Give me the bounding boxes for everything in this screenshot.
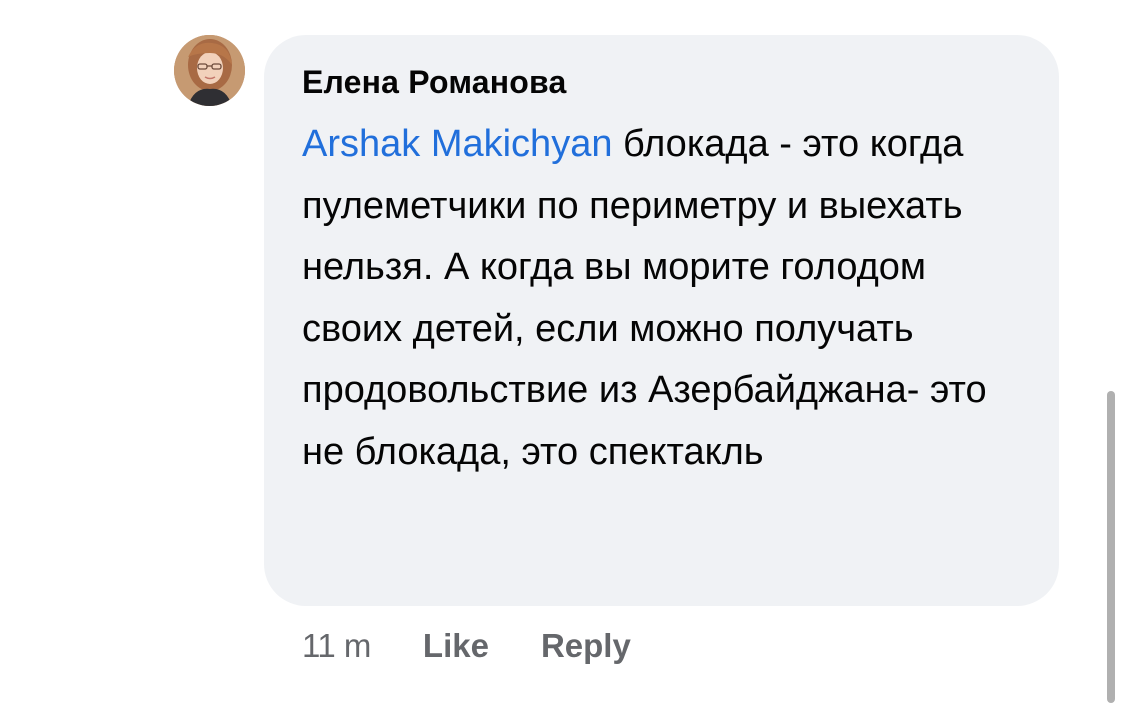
avatar[interactable]: [174, 35, 245, 106]
comment-text: блокада - это когда пулеметчики по перим…: [302, 123, 987, 473]
comment-body: Arshak Makichyan блокада - это когда пул…: [302, 114, 1022, 483]
mention-link[interactable]: Arshak Makichyan: [302, 123, 612, 165]
like-button[interactable]: Like: [423, 627, 489, 665]
comment-bubble: Елена Романова Arshak Makichyan блокада …: [264, 35, 1059, 606]
comment-author[interactable]: Елена Романова: [302, 62, 1019, 102]
avatar-image: [174, 35, 245, 106]
comment-thread: Елена Романова Arshak Makichyan блокада …: [0, 0, 1125, 703]
reply-button[interactable]: Reply: [541, 627, 631, 665]
scrollbar[interactable]: [1107, 391, 1115, 703]
comment-actions: 11 m Like Reply: [302, 622, 631, 670]
comment-timestamp[interactable]: 11 m: [302, 627, 371, 665]
